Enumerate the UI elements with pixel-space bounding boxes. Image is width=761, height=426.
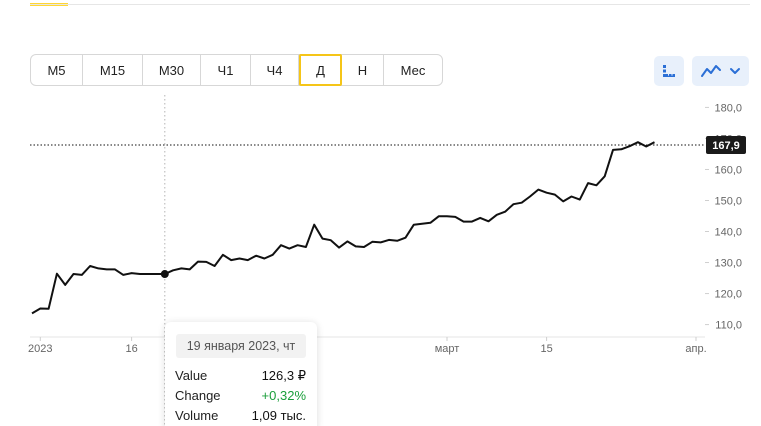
tooltip-change-label: Change (175, 388, 221, 403)
y-tick-label: 180,0 (714, 102, 742, 114)
x-tick-label: март (435, 343, 460, 355)
x-tick-label: апр. (685, 343, 706, 355)
y-tick-label: 150,0 (714, 195, 742, 207)
y-tick-label: 130,0 (714, 258, 742, 270)
price-series-line (31, 141, 655, 315)
tooltip-volume: 1,09 тыс. (251, 408, 306, 423)
tooltip-value: 126,3 ₽ (261, 368, 306, 383)
x-tick-label: 2023 (28, 343, 52, 355)
y-tick-label: 140,0 (714, 227, 742, 239)
tooltip-date: 19 января 2023, чт (176, 334, 306, 358)
price-chart[interactable]: 110,0120,0130,0140,0150,0160,0170,0180,0… (0, 0, 761, 426)
x-tick-label: 15 (540, 343, 552, 355)
x-tick-label: 16 (125, 343, 137, 355)
y-tick-label: 120,0 (714, 289, 742, 301)
tooltip-row-volume: Volume 1,09 тыс. (175, 408, 306, 423)
tooltip-row-change: Change +0,32% (175, 388, 306, 403)
price-tooltip: 19 января 2023, чт Value 126,3 ₽ Change … (165, 322, 317, 426)
current-price-label: 167,9 (712, 140, 740, 152)
tooltip-row-value: Value 126,3 ₽ (175, 368, 306, 384)
hover-point (160, 270, 169, 279)
tooltip-volume-label: Volume (175, 408, 219, 423)
y-tick-label: 160,0 (714, 164, 742, 176)
y-tick-label: 110,0 (715, 320, 742, 332)
tooltip-change: +0,32% (261, 388, 306, 403)
tooltip-value-label: Value (175, 368, 208, 383)
